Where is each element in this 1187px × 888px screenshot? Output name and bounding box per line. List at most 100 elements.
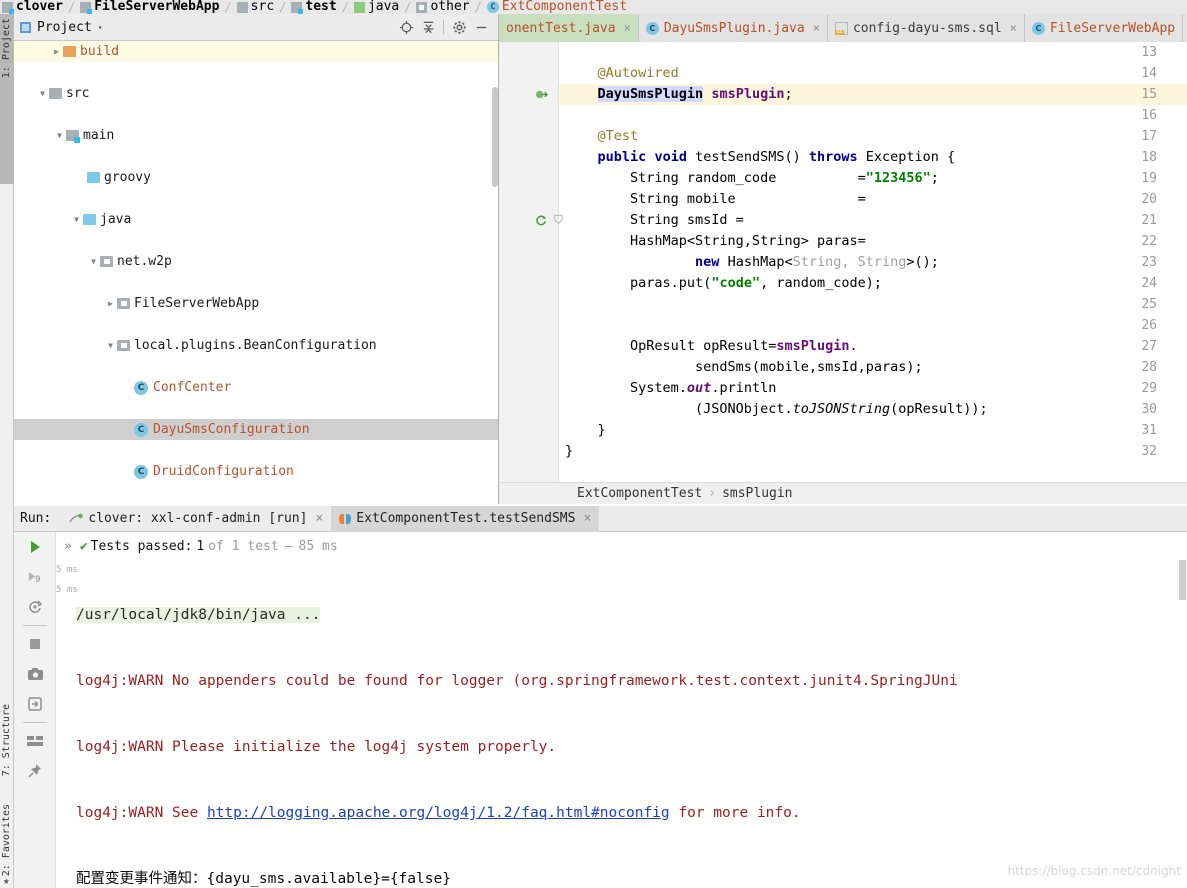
folder-blue-icon — [87, 172, 100, 183]
layout-icon[interactable] — [14, 726, 56, 756]
tree-node-label: ConfCenter — [153, 380, 232, 395]
collapse-arrow-icon[interactable]: ▼ — [87, 257, 100, 266]
export-icon[interactable] — [14, 689, 56, 719]
code-line-14: @Autowired — [565, 65, 679, 81]
breadcrumb-item-java[interactable]: java — [353, 0, 399, 14]
code-line-24: paras.put("code", random_code); — [565, 275, 883, 291]
close-icon[interactable]: × — [624, 21, 631, 35]
tree-node-net-w2p[interactable]: ▼ net.w2p — [14, 251, 498, 272]
tree-node-src[interactable]: ▼ src — [14, 83, 498, 104]
check-icon: ✔ — [79, 538, 88, 554]
pin-icon[interactable] — [14, 756, 56, 786]
locate-target-icon[interactable] — [395, 16, 417, 38]
editor-tab-extcomponenttest[interactable]: onentTest.java × — [499, 14, 639, 42]
toggle-auto-test-icon[interactable] — [14, 592, 56, 622]
chevron-down-icon[interactable]: ▾ — [98, 23, 103, 32]
breadcrumb-item-extcomponenttest[interactable]: C ExtComponentTest — [486, 0, 628, 14]
tree-node-label: main — [83, 128, 115, 143]
line-number: 17 — [1141, 129, 1157, 144]
expand-arrow-icon[interactable]: ▶ — [50, 47, 63, 56]
tree-node-label: FileServerWebApp — [134, 296, 260, 311]
breadcrumb-separator: / — [474, 0, 482, 14]
rerun-failed-tests-icon[interactable]: 9 — [14, 562, 56, 592]
breadcrumb-separator: / — [67, 0, 76, 14]
tree-node-dayusmsconfiguration[interactable]: C DayuSmsConfiguration — [14, 419, 498, 440]
close-icon[interactable]: × — [583, 511, 591, 526]
class-icon: C — [134, 464, 148, 479]
rail-item-structure[interactable]: 7: Structure — [1, 704, 12, 776]
code-line-28: sendSms(mobile,smsId,paras); — [565, 359, 923, 375]
folder-blue-icon — [83, 214, 96, 225]
tree-node-label: groovy — [104, 170, 151, 185]
tree-node-groovy-main[interactable]: groovy — [14, 167, 498, 188]
bean-autowired-gutter-icon[interactable] — [535, 88, 548, 105]
tree-node-main[interactable]: ▼ main — [14, 125, 498, 146]
tree-node-fileserverwebapp[interactable]: ▶ FileServerWebApp — [14, 293, 498, 314]
collapse-arrow-icon[interactable]: ▼ — [53, 131, 66, 140]
editor-breadcrumb-field[interactable]: smsPlugin — [722, 486, 792, 501]
plain-folder-icon — [236, 1, 248, 13]
console-output[interactable]: /usr/local/jdk8/bin/java ... log4j:WARN … — [76, 560, 1187, 888]
tree-node-label: DruidConfiguration — [153, 464, 294, 479]
console-scrollbar[interactable] — [1179, 560, 1186, 600]
breadcrumb-item-test[interactable]: test — [291, 0, 337, 14]
editor-gutter[interactable] — [499, 42, 559, 482]
run-tab-extcomponenttest[interactable]: ExtComponentTest.testSendSMS × — [331, 505, 600, 532]
editor-tab-dayusmsplugin[interactable]: C DayuSmsPlugin.java × — [638, 14, 828, 42]
stop-icon[interactable] — [14, 629, 56, 659]
line-number: 15 — [1141, 87, 1157, 102]
tree-node-build[interactable]: ▶ build — [14, 41, 498, 62]
expand-chevrons-icon[interactable]: » — [64, 539, 72, 554]
console-line: /usr/local/jdk8/bin/java ... — [76, 604, 1187, 626]
code-viewport[interactable]: 13 14 15 16 17 18 19 20 21 22 23 24 25 2… — [499, 42, 1187, 482]
run-tab-label: clover: xxl-conf-admin [run] — [88, 511, 308, 526]
editor-tab-config-dayu-sms-sql[interactable]: config-dayu-sms.sql × — [827, 14, 1025, 42]
editor-tab-label: DayuSmsPlugin.java — [663, 20, 805, 36]
expand-arrow-icon[interactable]: ▶ — [104, 299, 117, 308]
breadcrumb-separator: / — [279, 0, 287, 14]
collapse-arrow-icon[interactable]: ▼ — [36, 89, 49, 98]
log4j-faq-link[interactable]: http://logging.apache.org/log4j/1.2/faq.… — [207, 805, 670, 821]
screenshot-icon[interactable] — [14, 659, 56, 689]
idea-window: clover / FileServerWebApp / src / test /… — [0, 0, 1187, 888]
close-icon[interactable]: × — [1010, 21, 1017, 35]
tree-node-druidconfiguration[interactable]: C DruidConfiguration — [14, 461, 498, 482]
line-number: 14 — [1141, 66, 1157, 81]
project-tree[interactable]: ▶ build ▼ src ▼ main groovy ▼ java ▼ net… — [14, 41, 498, 503]
tree-node-label: src — [66, 86, 90, 101]
tree-node-java-main[interactable]: ▼ java — [14, 209, 498, 230]
run-test-gutter-icon[interactable] — [535, 214, 548, 231]
collapse-all-icon[interactable] — [417, 16, 439, 38]
folder-source-module-icon — [66, 130, 80, 143]
line-number: 27 — [1141, 339, 1157, 354]
svg-text:9: 9 — [35, 575, 40, 585]
collapse-arrow-icon[interactable]: ▼ — [104, 341, 117, 350]
settings-gear-icon[interactable] — [448, 16, 470, 38]
line-number: 32 — [1141, 444, 1157, 459]
hide-minus-icon[interactable] — [470, 16, 492, 38]
class-icon: C — [486, 1, 499, 13]
breadcrumb-item-src[interactable]: src — [236, 0, 274, 14]
breadcrumb-item-clover[interactable]: clover — [2, 0, 63, 14]
project-tree-scrollbar[interactable] — [492, 87, 498, 187]
close-icon[interactable]: × — [315, 511, 323, 526]
breadcrumb-label: ExtComponentTest — [501, 0, 628, 14]
rail-item-favorites[interactable]: 2: Favorites — [1, 804, 12, 876]
breadcrumb-item-other[interactable]: other — [416, 0, 470, 14]
close-icon[interactable]: × — [813, 21, 820, 35]
editor-tab-fileserverwebapp[interactable]: C FileServerWebApp — [1024, 14, 1184, 42]
code-line-15: DayuSmsPlugin smsPlugin; — [597, 86, 793, 102]
run-tab-clover[interactable]: clover: xxl-conf-admin [run] × — [61, 506, 331, 532]
editor-breadcrumb-class[interactable]: ExtComponentTest — [577, 486, 702, 501]
line-number: 18 — [1141, 150, 1157, 165]
line-number: 31 — [1141, 423, 1157, 438]
tree-node-confcenter[interactable]: C ConfCenter — [14, 377, 498, 398]
folder-package-icon — [117, 298, 130, 309]
fold-arrow-icon[interactable] — [553, 212, 564, 230]
breadcrumb-item-fileserverwebapp[interactable]: FileServerWebApp — [80, 0, 219, 14]
rail-item-project[interactable]: 1: Project — [1, 18, 12, 78]
rerun-play-icon[interactable] — [14, 532, 56, 562]
tree-node-beanconfiguration-pkg[interactable]: ▼ local.plugins.BeanConfiguration — [14, 335, 498, 356]
collapse-arrow-icon[interactable]: ▼ — [70, 215, 83, 224]
console-text: log4j:WARN See — [76, 805, 207, 821]
